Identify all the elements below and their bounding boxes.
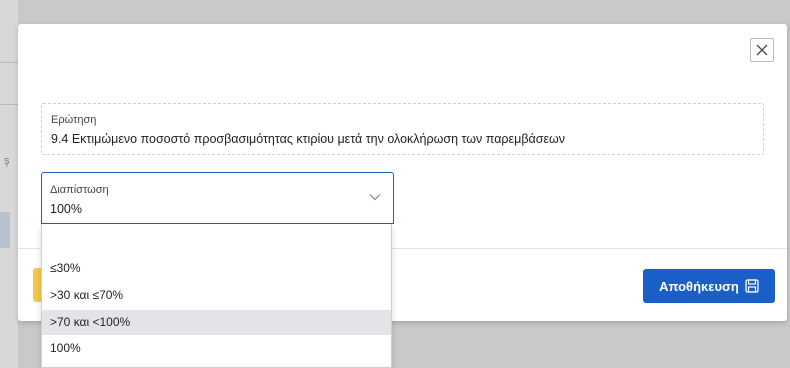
question-field: Ερώτηση 9.4 Εκτιμώμενο ποσοστό προσβασιμ… (41, 103, 764, 155)
save-icon (745, 279, 759, 293)
background-divider (0, 104, 18, 105)
secondary-button[interactable] (33, 268, 41, 302)
save-button-label: Αποθήκευση (659, 278, 739, 294)
finding-select-label: Διαπίστωση (50, 184, 109, 196)
background-divider (0, 62, 18, 63)
option-le-30[interactable]: ≤30% (42, 256, 391, 281)
option-30-70[interactable]: >30 και ≤70% (42, 283, 391, 308)
background-page-fragment: ş (4, 155, 10, 167)
question-label: Ερώτηση (51, 114, 97, 126)
close-button[interactable] (750, 38, 774, 62)
background-page (0, 0, 18, 368)
option-70-100[interactable]: >70 και <100% (42, 310, 391, 335)
save-button[interactable]: Αποθήκευση (643, 269, 775, 303)
close-icon (756, 44, 768, 56)
background-page-fragment (0, 212, 10, 248)
question-text: 9.4 Εκτιμώμενο ποσοστό προσβασιμότητας κ… (51, 132, 566, 146)
option-100[interactable]: 100% (42, 336, 391, 361)
chevron-down-icon (369, 194, 381, 201)
finding-select[interactable]: Διαπίστωση 100% (41, 172, 394, 224)
option-empty[interactable] (42, 230, 391, 255)
finding-options-list: ≤30% >30 και ≤70% >70 και <100% 100% (41, 224, 392, 368)
finding-select-value: 100% (50, 202, 82, 216)
